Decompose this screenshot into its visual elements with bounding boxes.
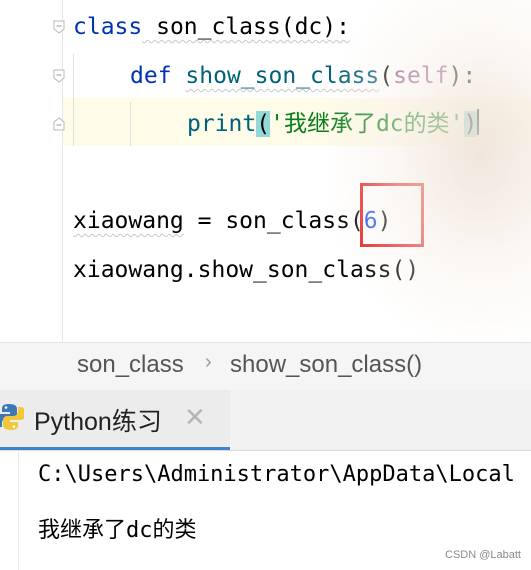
breadcrumb-item-class[interactable]: son_class (77, 351, 184, 379)
string-literal: '我继承了dc的类' (270, 111, 464, 137)
console-gutter (18, 451, 19, 570)
breadcrumb: son_class › show_son_class() (0, 342, 531, 391)
keyword: class (73, 14, 143, 40)
close-icon[interactable]: ✕ (184, 403, 206, 433)
code-line-3[interactable]: print('我继承了dc的类') (187, 109, 480, 139)
paren: ( (379, 63, 394, 89)
indent-guide (130, 102, 131, 146)
paren-match-highlight: ) (463, 111, 478, 137)
keyword: def (130, 63, 172, 89)
text-caret (477, 109, 480, 135)
fold-collapse-icon[interactable] (52, 20, 66, 34)
function-name: show_son_class (185, 63, 380, 89)
annotation-highlight-box (360, 183, 424, 247)
breadcrumb-item-method[interactable]: show_son_class() (230, 351, 422, 379)
watermark: CSDN @Labatt (445, 549, 521, 561)
run-tab-label: Python练习 (34, 408, 162, 436)
run-tab[interactable]: Python练习 ✕ (0, 390, 230, 450)
self-param: self (393, 63, 449, 89)
builtin-print: print (187, 111, 257, 137)
paren-match-highlight: ( (256, 111, 271, 137)
breadcrumb-separator: › (205, 351, 212, 373)
run-tool-window: Python练习 ✕ C:\Users\Administrator\AppDat… (0, 390, 531, 570)
indent-guide (73, 54, 74, 146)
fold-collapse-icon[interactable] (52, 69, 66, 83)
code-line-2[interactable]: def show_son_class(self): (130, 61, 476, 91)
console-output-line: C:\Users\Administrator\AppData\Local (38, 462, 515, 487)
variable-name: xiaowang (73, 208, 184, 234)
gutter-divider (62, 0, 63, 342)
editor-gutter (0, 0, 62, 342)
code-line-1[interactable]: class son_class(dc): (73, 12, 350, 42)
code-text: son_class(dc): (142, 14, 350, 40)
python-icon (0, 404, 24, 430)
code-text: = son_class( (183, 208, 364, 234)
code-editor[interactable]: class son_class(dc): def show_son_class(… (0, 0, 531, 342)
fold-end-icon[interactable] (52, 117, 66, 131)
paren: ): (448, 63, 477, 89)
console-output-line: 我继承了dc的类 (38, 518, 197, 543)
code-line-5[interactable]: xiaowang.show_son_class() (73, 255, 419, 285)
code-line-4[interactable]: xiaowang = son_class(6) (73, 206, 392, 236)
code-text: xiaowang.show_son_class() (73, 257, 420, 283)
run-tab-bar: Python练习 ✕ (0, 390, 531, 451)
